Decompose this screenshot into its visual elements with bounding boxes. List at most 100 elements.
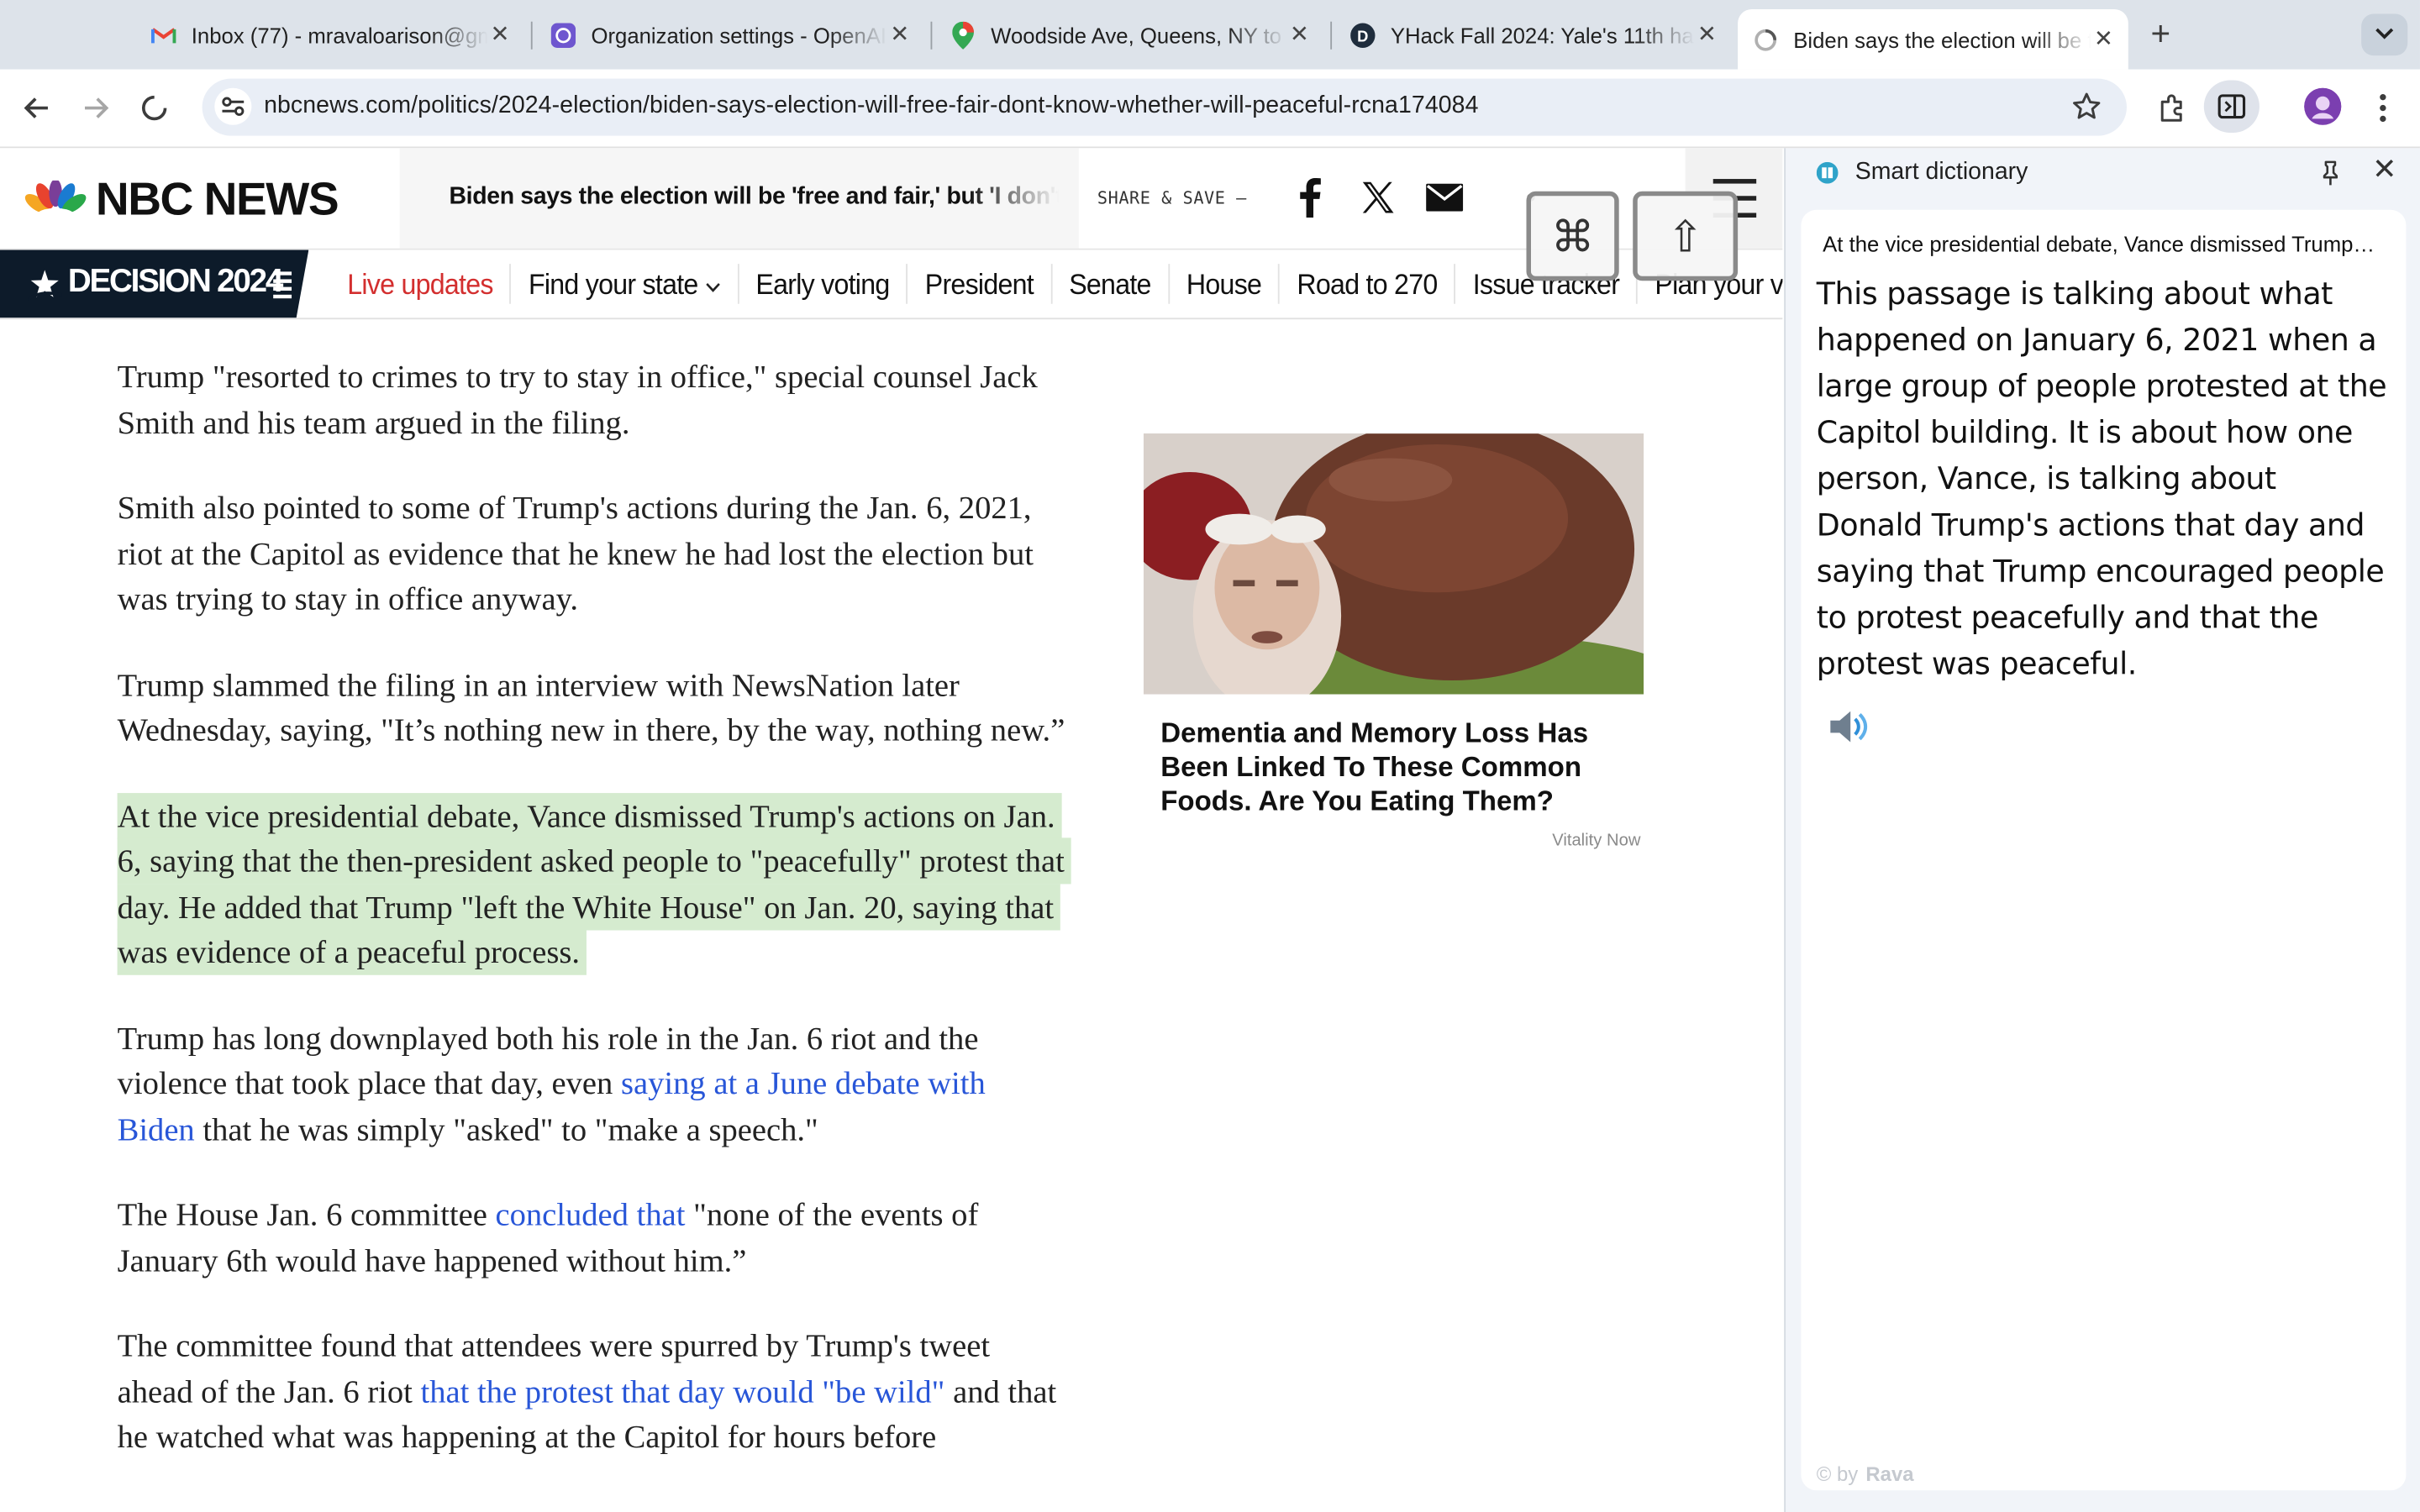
decision-2024-badge[interactable]: DECISION 2024 <box>0 249 309 318</box>
devpost-icon: D <box>1350 22 1376 48</box>
tab-openai[interactable]: Organization settings - OpenAI API ✕ <box>535 9 924 60</box>
facebook-share-button[interactable] <box>1293 176 1327 218</box>
openai-icon <box>550 22 576 48</box>
side-panel-header: Smart dictionary ✕ <box>1786 148 2420 203</box>
sticky-headline-box: Biden says the election will be 'free an… <box>399 148 1079 249</box>
nav-find-your-state[interactable]: Find your state <box>512 264 739 304</box>
selected-text-context: At the vice presidential debate, Vance d… <box>1823 231 2378 256</box>
highlighted-paragraph[interactable]: At the vice presidential debate, Vance d… <box>117 792 1071 976</box>
definition-card: At the vice presidential debate, Vance d… <box>1801 209 2407 1491</box>
forward-button[interactable] <box>76 88 116 129</box>
x-share-button[interactable] <box>1358 176 1398 218</box>
article-paragraph: The committee found that attendees were … <box>117 1326 1057 1456</box>
nav-label: Find your state <box>528 267 698 301</box>
nav-senate[interactable]: Senate <box>1052 264 1170 304</box>
extensions-button[interactable] <box>2151 88 2191 129</box>
tab-title: Biden says the election will be free and… <box>1793 27 2091 52</box>
article-paragraph: The House Jan. 6 committee concluded tha… <box>117 1195 979 1278</box>
article-paragraph: Trump slammed the filing in an interview… <box>117 665 1065 748</box>
decision-2024-nav: DECISION 2024 Live updates Find your sta… <box>0 249 1783 320</box>
ad-image[interactable] <box>1143 433 1644 695</box>
sticky-headline: Biden says the election will be 'free an… <box>449 183 1059 210</box>
explanation-text: This passage is talking about what happe… <box>1816 276 2387 682</box>
nav-early-voting[interactable]: Early voting <box>739 264 908 304</box>
chevron-down-icon <box>2374 21 2396 49</box>
loading-spinner-icon <box>141 95 167 121</box>
close-icon[interactable]: ✕ <box>2091 26 2116 51</box>
stripes-icon <box>273 271 292 299</box>
decision-2024-text: DECISION 2024 <box>67 264 284 300</box>
tab-maps[interactable]: Woodside Ave, Queens, NY to ✕ <box>935 9 1324 60</box>
new-tab-button[interactable]: + <box>2142 14 2179 52</box>
peacock-icon <box>24 180 87 221</box>
nbc-logo-text: NBC NEWS <box>95 174 339 226</box>
article-link[interactable]: concluded that <box>495 1195 685 1232</box>
tab-separator <box>930 21 933 50</box>
x-logo-icon <box>1362 181 1394 213</box>
svg-text:D: D <box>1357 27 1368 45</box>
article-paragraph: Trump "resorted to crimes to try to stay… <box>117 358 1038 441</box>
maps-icon <box>950 20 975 49</box>
smart-dictionary-logo-icon <box>1816 161 1839 184</box>
email-share-button[interactable] <box>1424 176 1465 218</box>
tab-search-button[interactable] <box>2361 13 2408 56</box>
article-paragraph: Trump has long downplayed both his role … <box>117 1019 986 1147</box>
nav-president[interactable]: President <box>908 264 1052 304</box>
sponsored-ad[interactable]: Dementia and Memory Loss Has Been Linked… <box>1143 433 1644 850</box>
article-body: Trump "resorted to crimes to try to stay… <box>117 354 1071 1500</box>
tab-separator <box>1330 21 1333 50</box>
side-panel-button[interactable] <box>2203 80 2260 133</box>
arrow-right-icon <box>85 97 109 118</box>
credit-brand[interactable]: Rava <box>1865 1462 1913 1486</box>
mail-icon <box>1426 183 1464 212</box>
tab-title: Inbox (77) - mravaloarison@gmail.com <box>191 22 488 48</box>
pin-icon[interactable] <box>2317 159 2344 186</box>
nav-live-updates[interactable]: Live updates <box>330 264 512 304</box>
nbc-header: NBC NEWS Biden says the election will be… <box>0 148 1783 250</box>
tab-title: Organization settings - OpenAI API <box>591 22 887 48</box>
tab-title: YHack Fall 2024: Yale's 11th hackathon <box>1390 22 1695 48</box>
tab-title: Woodside Ave, Queens, NY to <box>991 22 1282 48</box>
chevron-down-icon <box>705 282 720 292</box>
loading-icon <box>1753 27 1777 51</box>
browser-menu-button[interactable] <box>2363 88 2403 129</box>
speaker-icon[interactable] <box>1826 704 1872 750</box>
ad-photo-icon <box>1143 433 1644 695</box>
gmail-icon <box>150 23 176 47</box>
side-panel-icon <box>2217 94 2246 119</box>
nav-road-to-270[interactable]: Road to 270 <box>1280 264 1456 304</box>
side-panel-title: Smart dictionary <box>1854 159 2028 186</box>
bookmark-star-icon[interactable] <box>2071 91 2102 122</box>
cmd-key-overlay: ⌘ <box>1526 191 1619 281</box>
site-info-icon[interactable] <box>214 87 252 125</box>
close-panel-icon[interactable]: ✕ <box>2369 155 2400 187</box>
star-swoosh-icon <box>28 270 62 301</box>
close-icon[interactable]: ✕ <box>887 22 912 47</box>
profile-avatar[interactable] <box>2304 87 2342 125</box>
shift-key-overlay: ⇧ <box>1633 191 1739 281</box>
address-bar[interactable]: nbcnews.com/politics/2024-election/biden… <box>202 78 2127 136</box>
tab-nbc-active[interactable]: Biden says the election will be free and… <box>1738 9 2128 70</box>
facebook-icon <box>1300 177 1321 218</box>
smart-dictionary-panel: Smart dictionary ✕ At the vice president… <box>1784 148 2420 1512</box>
share-save-label[interactable]: SHARE & SAVE — <box>1097 188 1247 208</box>
tab-gmail[interactable]: Inbox (77) - mravaloarison@gmail.com ✕ <box>136 9 525 60</box>
close-icon[interactable]: ✕ <box>487 22 512 47</box>
arrow-left-icon <box>24 97 48 118</box>
close-icon[interactable]: ✕ <box>1287 22 1312 47</box>
nbc-logo[interactable]: NBC NEWS <box>24 174 339 227</box>
web-page: NBC NEWS Biden says the election will be… <box>0 148 1783 1512</box>
ad-headline[interactable]: Dementia and Memory Loss Has Been Linked… <box>1144 716 1644 817</box>
nav-house[interactable]: House <box>1170 264 1281 304</box>
close-icon[interactable]: ✕ <box>1695 22 1719 47</box>
kebab-menu-icon <box>2380 94 2386 123</box>
tab-strip: Inbox (77) - mravaloarison@gmail.com ✕ O… <box>0 0 2420 70</box>
back-button[interactable] <box>17 88 57 129</box>
browser-window: Inbox (77) - mravaloarison@gmail.com ✕ O… <box>0 0 2420 1512</box>
stop-loading-button[interactable] <box>134 88 175 129</box>
url-text[interactable]: nbcnews.com/politics/2024-election/biden… <box>264 92 1478 120</box>
text-highlight: At the vice presidential debate, Vance d… <box>117 792 1071 975</box>
ad-source[interactable]: Vitality Now <box>1144 832 1644 850</box>
tab-devpost[interactable]: D YHack Fall 2024: Yale's 11th hackathon… <box>1335 9 1732 60</box>
article-link[interactable]: that the protest that day would "be wild… <box>421 1373 945 1410</box>
